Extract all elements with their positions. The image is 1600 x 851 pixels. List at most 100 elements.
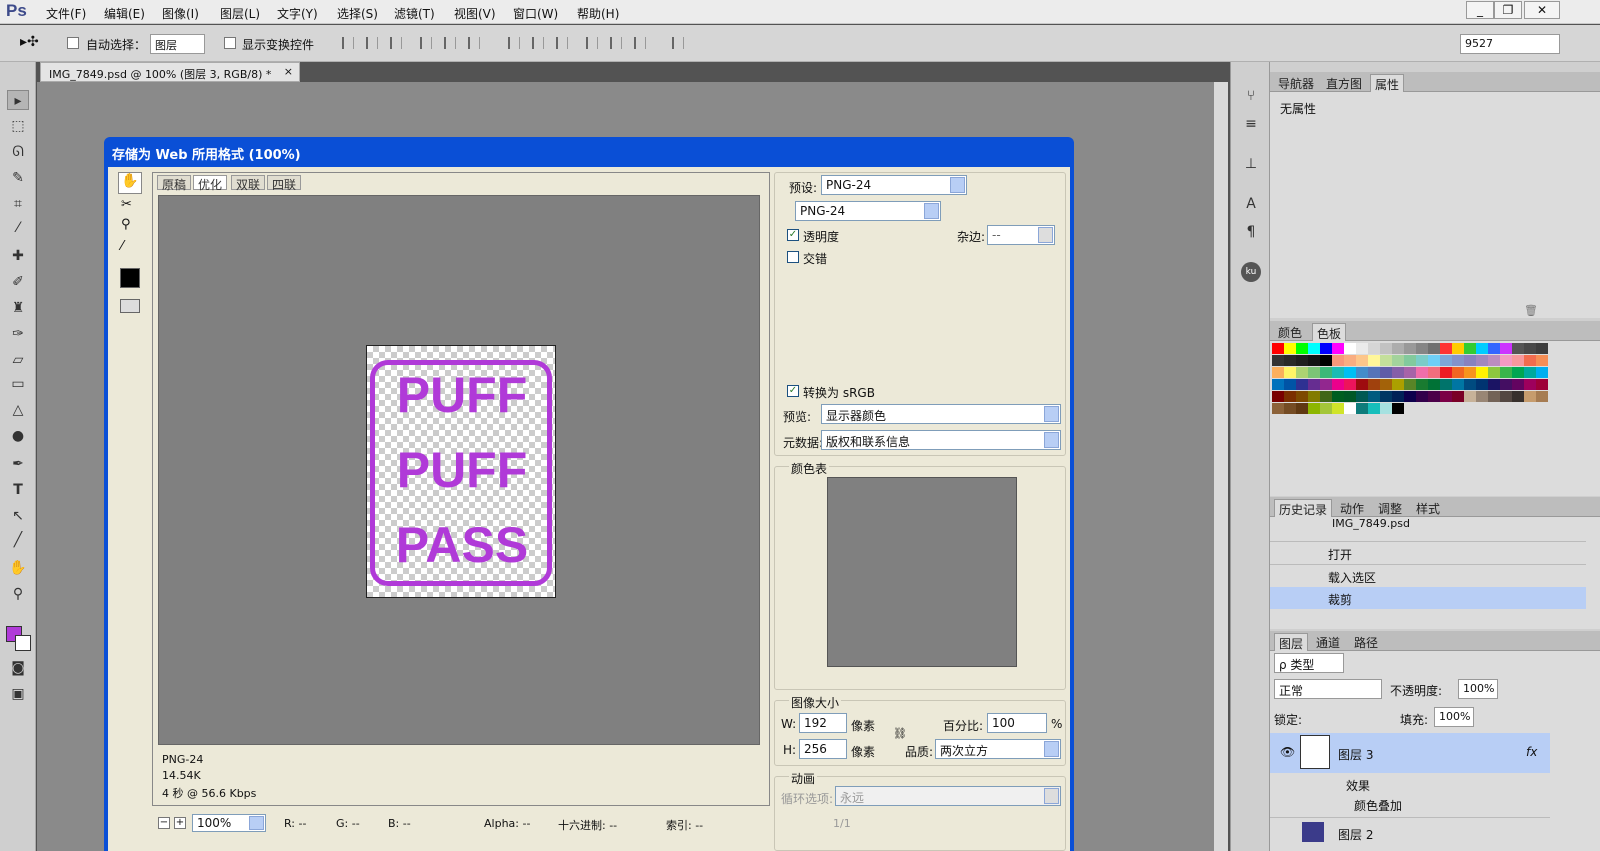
distribute-vcenter-icon[interactable] xyxy=(532,37,544,49)
layer-row[interactable]: 图层 2 xyxy=(1270,817,1550,845)
color-swatch[interactable] xyxy=(1392,391,1404,402)
quick-mask-icon[interactable]: ◙ xyxy=(7,658,29,678)
color-swatch[interactable] xyxy=(1452,391,1464,402)
color-swatch[interactable] xyxy=(1536,355,1548,366)
color-swatch[interactable] xyxy=(1452,355,1464,366)
color-swatch[interactable] xyxy=(1344,403,1356,414)
zoom-select[interactable]: 100% xyxy=(192,814,266,832)
blend-mode-dropdown[interactable]: 正常 xyxy=(1274,679,1382,699)
color-swatch[interactable] xyxy=(1272,391,1284,402)
color-swatch[interactable] xyxy=(1356,391,1368,402)
color-swatch[interactable] xyxy=(1368,403,1380,414)
percent-input[interactable]: 100 xyxy=(987,713,1047,733)
srgb-checkbox[interactable]: ✓ xyxy=(787,385,799,397)
color-swatch[interactable] xyxy=(1464,379,1476,390)
color-swatch[interactable] xyxy=(1308,403,1320,414)
tab-layers[interactable]: 图层 xyxy=(1274,633,1309,653)
color-swatch[interactable] xyxy=(1296,367,1308,378)
width-input[interactable]: 192 xyxy=(799,713,847,733)
color-swatch[interactable] xyxy=(1500,355,1512,366)
color-swatch[interactable] xyxy=(1536,343,1548,354)
color-swatch[interactable] xyxy=(1488,355,1500,366)
menu-image[interactable]: 图像(I) xyxy=(162,5,199,22)
transparency-checkbox[interactable]: ✓ xyxy=(787,229,799,241)
layer-row-selected[interactable]: 👁 图层 3 fx xyxy=(1270,733,1550,773)
fx-icon[interactable]: fx xyxy=(1526,745,1537,759)
screen-mode-icon[interactable]: ▣ xyxy=(7,684,29,704)
color-swatch[interactable] xyxy=(1440,355,1452,366)
line-tool-icon[interactable]: ╱ xyxy=(7,530,29,550)
toggle-slices-icon[interactable] xyxy=(120,299,140,313)
color-swatch[interactable] xyxy=(1320,391,1332,402)
color-swatch[interactable] xyxy=(1356,403,1368,414)
color-swatch[interactable] xyxy=(1476,343,1488,354)
color-swatch[interactable] xyxy=(1332,391,1344,402)
menu-window[interactable]: 窗口(W) xyxy=(513,5,558,22)
color-swatch[interactable] xyxy=(1404,367,1416,378)
color-swatch[interactable] xyxy=(1320,355,1332,366)
color-swatch[interactable] xyxy=(1344,391,1356,402)
history-snapshot[interactable]: IMG_7849.psd xyxy=(1332,517,1410,530)
color-swatch[interactable] xyxy=(1428,367,1440,378)
color-swatch[interactable] xyxy=(1392,379,1404,390)
history-item[interactable]: 打开 xyxy=(1270,541,1586,563)
format-select[interactable]: PNG-24 xyxy=(795,201,941,221)
preview-select[interactable]: 显示器颜色 xyxy=(821,404,1061,424)
history-item-selected[interactable]: 裁剪 xyxy=(1270,587,1586,609)
color-swatch[interactable] xyxy=(1380,343,1392,354)
color-swatch[interactable] xyxy=(1464,343,1476,354)
color-swatch[interactable] xyxy=(1452,343,1464,354)
zoom-in-button[interactable]: + xyxy=(174,817,186,829)
height-input[interactable]: 256 xyxy=(799,739,847,759)
tab-4up[interactable]: 四联 xyxy=(267,175,302,192)
auto-select-checkbox[interactable] xyxy=(67,37,79,49)
gradient-tool-icon[interactable]: ▭ xyxy=(7,374,29,394)
distribute-right-icon[interactable] xyxy=(634,37,646,49)
color-swatch[interactable] xyxy=(1380,391,1392,402)
color-swatch[interactable] xyxy=(1416,367,1428,378)
tab-2up[interactable]: 双联 xyxy=(231,175,266,192)
brush-tool-icon[interactable]: ✐ xyxy=(7,272,29,292)
color-swatch[interactable] xyxy=(1536,391,1548,402)
minimize-button[interactable]: _ xyxy=(1466,1,1494,19)
color-swatch[interactable] xyxy=(1404,343,1416,354)
tab-adjustments[interactable]: 调整 xyxy=(1374,499,1406,518)
color-swatch[interactable] xyxy=(1344,367,1356,378)
color-swatch[interactable] xyxy=(1488,367,1500,378)
color-swatch[interactable] xyxy=(1512,355,1524,366)
close-tab-icon[interactable]: × xyxy=(284,65,293,78)
pen-tool-icon[interactable]: ✒ xyxy=(7,454,29,474)
color-swatch[interactable] xyxy=(1404,355,1416,366)
color-swatch[interactable] xyxy=(1356,343,1368,354)
color-swatch[interactable] xyxy=(1512,391,1524,402)
menu-select[interactable]: 选择(S) xyxy=(337,5,378,22)
color-swatch[interactable] xyxy=(1344,343,1356,354)
document-scrollbar[interactable] xyxy=(1214,82,1228,851)
color-swatch[interactable] xyxy=(1296,343,1308,354)
color-swatch[interactable] xyxy=(1416,379,1428,390)
workspace-dropdown[interactable]: 9527 xyxy=(1460,34,1560,54)
history-item[interactable]: 载入选区 xyxy=(1270,564,1586,586)
color-swatch[interactable] xyxy=(1524,343,1536,354)
lasso-tool-icon[interactable]: ᘏ xyxy=(7,142,29,162)
color-swatch[interactable] xyxy=(1404,391,1416,402)
color-swatch[interactable] xyxy=(1284,343,1296,354)
color-swatch[interactable] xyxy=(1416,343,1428,354)
color-swatch[interactable] xyxy=(1356,355,1368,366)
color-swatch[interactable] xyxy=(1500,379,1512,390)
eyedropper-tool-icon[interactable]: ⁄ xyxy=(7,218,29,238)
distribute-bottom-icon[interactable] xyxy=(556,37,568,49)
color-swatch[interactable] xyxy=(1284,355,1296,366)
color-swatch[interactable] xyxy=(1296,379,1308,390)
align-bottom-icon[interactable] xyxy=(390,37,402,49)
color-swatch[interactable] xyxy=(1332,355,1344,366)
visibility-eye-icon[interactable]: 👁 xyxy=(1280,745,1295,759)
clone-source-icon[interactable]: ⊥ xyxy=(1240,154,1262,174)
align-left-icon[interactable] xyxy=(420,37,432,49)
menu-view[interactable]: 视图(V) xyxy=(454,5,496,22)
tab-swatches[interactable]: 色板 xyxy=(1312,323,1347,343)
tab-actions[interactable]: 动作 xyxy=(1336,499,1368,518)
color-swatch[interactable] xyxy=(1320,379,1332,390)
color-swatch[interactable] xyxy=(1524,367,1536,378)
slice-select-icon[interactable]: ✂ xyxy=(121,197,132,212)
